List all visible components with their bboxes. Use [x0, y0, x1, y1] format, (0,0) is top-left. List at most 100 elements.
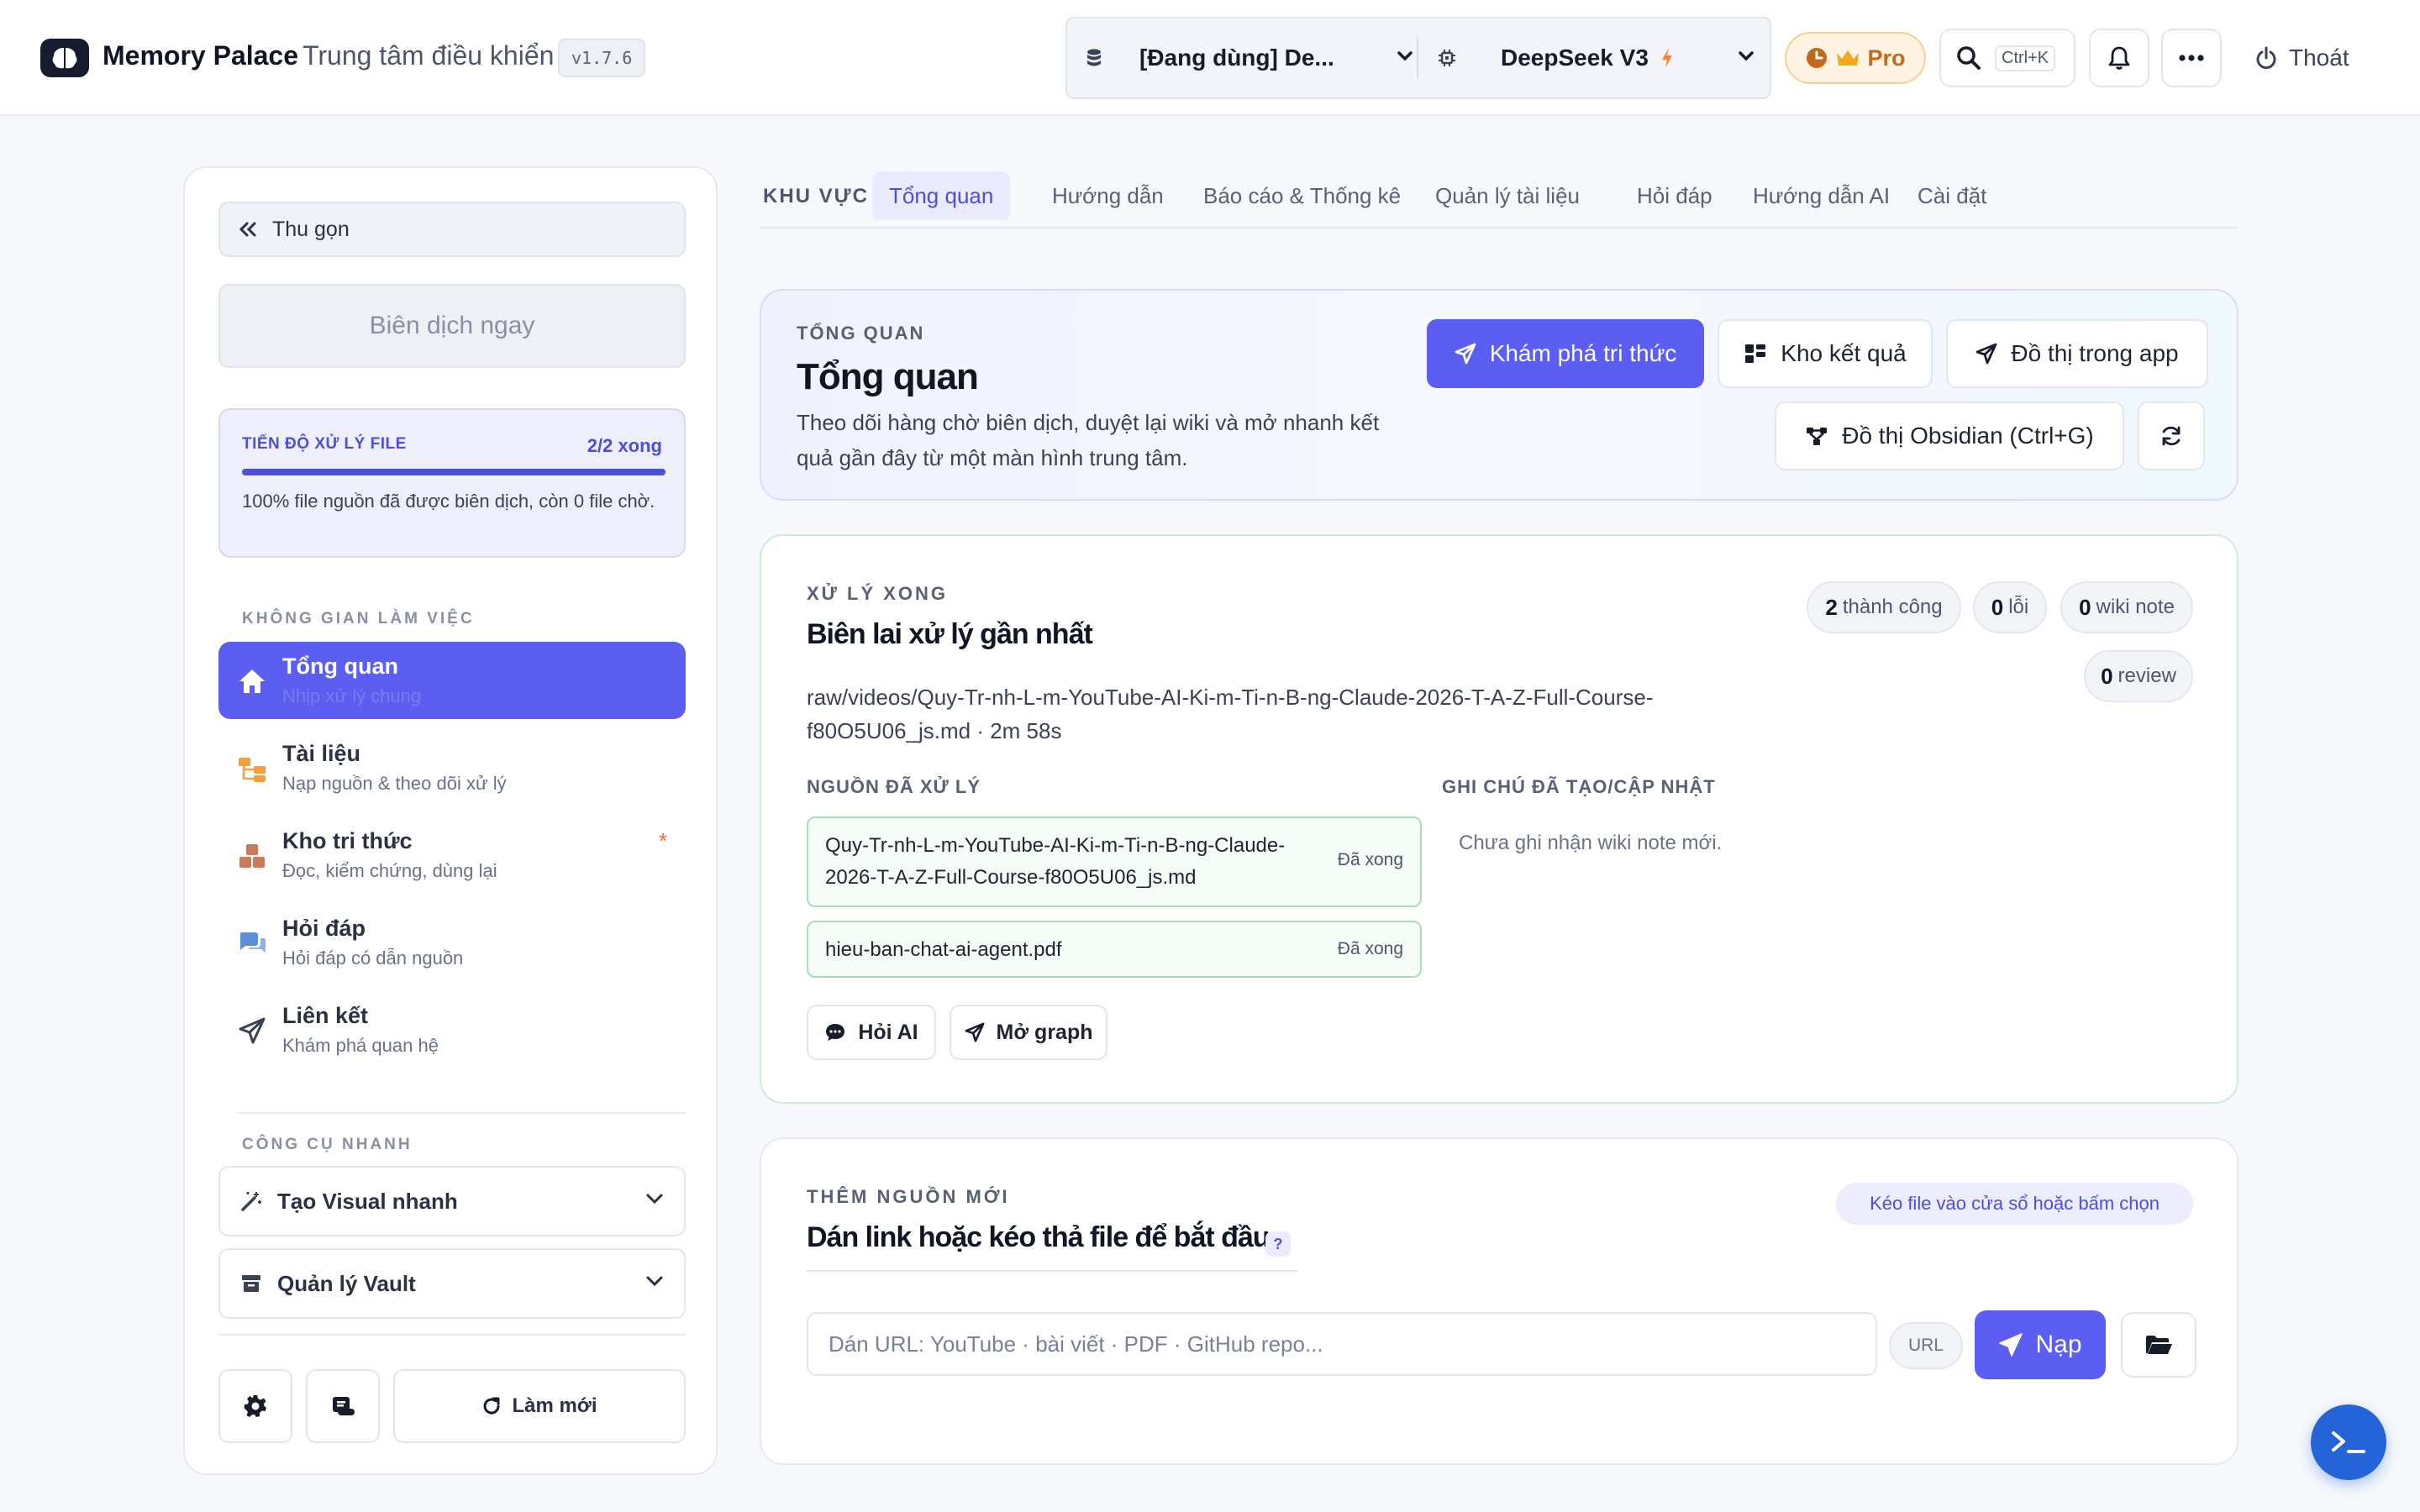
help-badge[interactable]: ?: [1265, 1231, 1291, 1257]
notes-empty-state: Chưa ghi nhận wiki note mới.: [1459, 832, 1723, 854]
in-app-graph-button[interactable]: Đồ thị trong app: [1946, 319, 2208, 388]
sidebar-item-title: Kho tri thức: [282, 828, 413, 853]
stat-value: 0: [2079, 594, 2091, 620]
tab-guide[interactable]: Hướng dẫn: [1035, 171, 1181, 220]
explore-knowledge-button[interactable]: Khám phá tri thức: [1427, 319, 1704, 388]
tool-label: Quản lý Vault: [277, 1270, 416, 1296]
tab-overview[interactable]: Tổng quan: [872, 171, 1011, 220]
stat-error-badge: 0 lỗi: [1973, 581, 2047, 633]
boxes-icon: [237, 842, 267, 870]
sidebar-item-qa[interactable]: Hỏi đáp Hỏi đáp có dẫn nguồn: [218, 904, 686, 981]
progress-bar-fill: [242, 469, 666, 475]
explore-label: Khám phá tri thức: [1489, 340, 1677, 366]
overview-kicker: TỔNG QUAN: [797, 323, 925, 344]
chevron-down-icon: [1738, 50, 1754, 62]
compile-now-button[interactable]: Biên dịch ngay: [218, 284, 686, 368]
processed-source-item[interactable]: hieu-ban-chat-ai-agent.pdf Đã xong: [807, 921, 1422, 978]
scroll-icon: [329, 1394, 356, 1418]
obsidian-label: Đồ thị Obsidian (Ctrl+G): [1842, 423, 2094, 449]
file-progress-card: TIẾN ĐỘ XỬ LÝ FILE 2/2 xong 100% file ng…: [218, 408, 686, 558]
sidebar-item-overview[interactable]: Tổng quan Nhịp xử lý chung: [218, 642, 686, 719]
results-tree-icon: [1744, 343, 1767, 365]
stat-label: review: [2118, 664, 2176, 687]
chat-bubbles-icon: [237, 929, 267, 958]
logout-button[interactable]: Thoát: [2255, 39, 2349, 77]
brand-subtitle: Trung tâm điều khiển: [302, 40, 555, 71]
tab-qa[interactable]: Hỏi đáp: [1620, 171, 1729, 220]
quick-visual-dropdown[interactable]: Tạo Visual nhanh: [218, 1166, 686, 1236]
chip-icon: [1437, 48, 1457, 68]
sources-column-title: NGUỒN ĐÃ XỬ LÝ: [807, 776, 981, 797]
tab-documents[interactable]: Quản lý tài liệu: [1418, 171, 1597, 220]
url-input[interactable]: [807, 1312, 1877, 1376]
sidebar-divider: [237, 1112, 686, 1114]
paper-plane-icon: [1975, 343, 1997, 365]
url-type-tag: URL: [1889, 1322, 1963, 1369]
sidebar-item-links[interactable]: Liên kết Khám phá quan hệ: [218, 991, 686, 1068]
sidebar-item-documents[interactable]: Tài liệu Nạp nguồn & theo dõi xử lý: [218, 729, 686, 806]
scroll-log-button[interactable]: [306, 1369, 380, 1443]
ask-ai-button[interactable]: Hỏi AI: [807, 1005, 936, 1060]
obsidian-graph-button[interactable]: Đồ thị Obsidian (Ctrl+G): [1775, 402, 2124, 470]
open-graph-button[interactable]: Mở graph: [950, 1005, 1107, 1060]
tab-settings[interactable]: Cài đặt: [1901, 171, 2003, 220]
paper-plane-icon: [237, 1016, 267, 1045]
tool-label: Tạo Visual nhanh: [277, 1188, 458, 1214]
pro-label: Pro: [1867, 45, 1906, 71]
refresh-button[interactable]: Làm mới: [393, 1369, 686, 1443]
progress-description: 100% file nguồn đã được biên dịch, còn 0…: [242, 491, 655, 512]
sidebar-item-subtitle: Hỏi đáp có dẫn nguồn: [282, 948, 464, 969]
tab-ai-guide[interactable]: Hướng dẫn AI: [1736, 171, 1907, 220]
sync-button[interactable]: [2138, 402, 2205, 470]
sidebar-item-title: Liên kết: [282, 1003, 369, 1028]
source-status: Đã xong: [1337, 939, 1403, 958]
comment-icon: [824, 1022, 846, 1042]
sidebar-divider: [218, 1334, 686, 1336]
receipt-kicker: XỬ LÝ XONG: [807, 583, 949, 604]
bell-icon: [2108, 45, 2130, 71]
pro-badge[interactable]: Pro: [1785, 32, 1926, 84]
top-header: Memory Palace Trung tâm điều khiển v1.7.…: [0, 0, 2420, 116]
processed-source-item[interactable]: Quy-Tr-nh-L-m-YouTube-AI-Ki-m-Ti-n-B-ng-…: [807, 816, 1422, 907]
tab-reports[interactable]: Báo cáo & Thống kê: [1186, 171, 1418, 220]
folder-open-icon: [2144, 1333, 2173, 1357]
search-button[interactable]: Ctrl+K: [1939, 29, 2075, 87]
vault-management-dropdown[interactable]: Quản lý Vault: [218, 1248, 686, 1319]
load-source-button[interactable]: Nạp: [1975, 1310, 2106, 1379]
more-options-button[interactable]: [2161, 29, 2222, 87]
workspace-section-label: KHÔNG GIAN LÀM VIỆC: [242, 610, 475, 627]
power-icon: [2255, 46, 2277, 70]
crown-icon: [1835, 48, 1860, 68]
drop-hint-badge[interactable]: Kéo file vào cửa sổ hoặc bấm chọn: [1836, 1183, 2193, 1225]
progress-bar: [242, 469, 666, 475]
vault-selector[interactable]: [Đang dùng] De...: [1086, 18, 1413, 97]
add-source-kicker: THÊM NGUỒN MỚI: [807, 1186, 1010, 1207]
chevron-down-icon: [1397, 50, 1413, 62]
terminal-fab-button[interactable]: [2311, 1404, 2386, 1480]
stat-value: 2: [1825, 594, 1838, 620]
section-tabs: KHU VỰC Tổng quan Hướng dẫn Báo cáo & Th…: [760, 171, 2238, 228]
model-selector[interactable]: DeepSeek V3: [1437, 18, 1754, 97]
vault-selector-value: [Đang dùng] De...: [1139, 45, 1334, 71]
stat-success-badge: 2 thành công: [1807, 581, 1961, 633]
folder-tree-icon: [237, 754, 267, 783]
ask-ai-label: Hỏi AI: [858, 1020, 918, 1044]
paper-plane-icon: [1455, 343, 1476, 365]
stat-label: thành công: [1842, 596, 1943, 618]
settings-button[interactable]: [218, 1369, 292, 1443]
terminal-icon: [2330, 1429, 2367, 1456]
sidebar-item-knowledge[interactable]: Kho tri thức Đọc, kiểm chứng, dùng lại *: [218, 816, 686, 894]
source-file-name: Quy-Tr-nh-L-m-YouTube-AI-Ki-m-Ti-n-B-ng-…: [825, 834, 1286, 889]
gear-icon: [243, 1394, 268, 1419]
page-title: Tổng quan: [797, 356, 979, 397]
notes-column-title: GHI CHÚ ĐÃ TẠO/CẬP NHẬT: [1442, 776, 1716, 797]
add-source-title: Dán link hoặc kéo thả file để bắt đầu: [807, 1221, 1270, 1253]
results-store-button[interactable]: Kho kết quả: [1718, 319, 1933, 388]
notifications-button[interactable]: [2089, 29, 2149, 87]
title-underline: [807, 1270, 1297, 1272]
collapse-sidebar-button[interactable]: Thu gọn: [218, 202, 686, 257]
sidebar-item-title: Hỏi đáp: [282, 916, 366, 941]
chevron-down-icon: [645, 1193, 664, 1205]
browse-folder-button[interactable]: [2121, 1312, 2196, 1378]
sidebar-item-subtitle: Nạp nguồn & theo dõi xử lý: [282, 773, 507, 794]
